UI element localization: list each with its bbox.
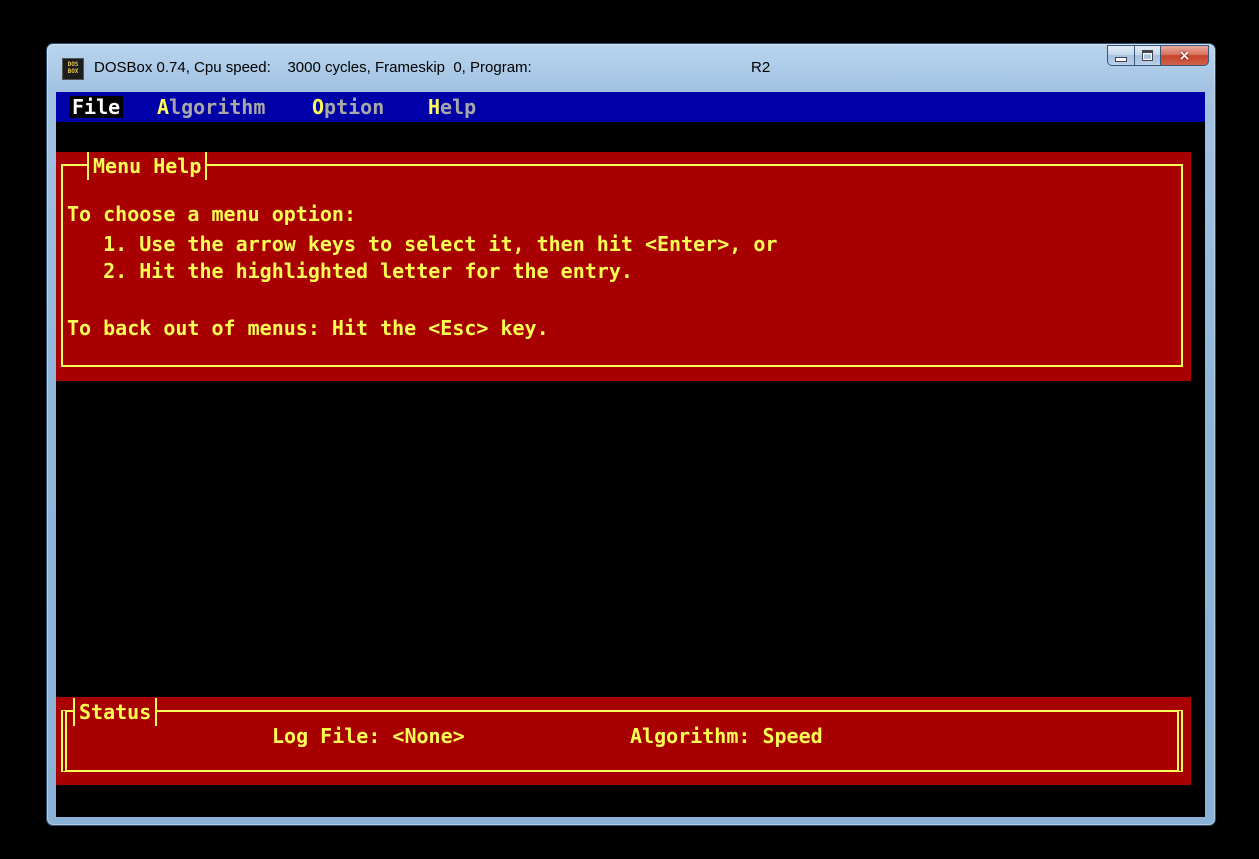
window-title: DOSBox 0.74, Cpu speed: 3000 cycles, Fra…: [94, 59, 532, 76]
status-border: Status: [61, 698, 1183, 772]
menu-file-label: File: [72, 95, 121, 119]
menu-help-title: Menu Help: [87, 152, 208, 180]
caption-buttons: ×: [1107, 45, 1209, 66]
close-icon: ×: [1178, 47, 1191, 64]
status-panel: Status Log File: <None> Algorithm: Speed: [56, 697, 1191, 785]
dosbox-app-icon[interactable]: DOS BOX: [62, 58, 84, 80]
maximize-icon: [1142, 50, 1153, 61]
maximize-button[interactable]: [1135, 45, 1161, 66]
minimize-button[interactable]: [1107, 45, 1135, 66]
minimize-icon: [1115, 57, 1127, 62]
menu-help-hotkey: H: [428, 95, 441, 119]
menu-algorithm-label: lgorithm: [169, 95, 266, 119]
menu-help[interactable]: Help: [428, 96, 476, 118]
help-line-1: To choose a menu option:: [67, 202, 356, 226]
help-line-2: 1. Use the arrow keys to select it, then…: [67, 232, 778, 256]
title-bar[interactable]: DOS BOX DOSBox 0.74, Cpu speed: 3000 cyc…: [47, 44, 1215, 93]
dosbox-window: DOS BOX DOSBox 0.74, Cpu speed: 3000 cyc…: [46, 43, 1216, 826]
status-log-file: Log File: <None>: [272, 724, 465, 748]
menu-file[interactable]: File: [69, 95, 124, 119]
menu-option-hotkey: O: [312, 95, 325, 119]
status-algorithm: Algorithm: Speed: [630, 724, 823, 748]
help-line-4: To back out of menus: Hit the <Esc> key.: [67, 316, 549, 340]
menu-algorithm-hotkey: A: [157, 95, 170, 119]
menu-help-label: elp: [440, 95, 477, 119]
close-button[interactable]: ×: [1161, 45, 1209, 66]
dos-screen[interactable]: File Algorithm Option Help Menu Help To …: [56, 92, 1205, 817]
menu-help-panel: Menu Help To choose a menu option: 1. Us…: [56, 152, 1191, 381]
menu-algorithm[interactable]: Algorithm: [157, 96, 265, 118]
help-line-3: 2. Hit the highlighted letter for the en…: [67, 259, 633, 283]
menu-bar: File Algorithm Option Help: [56, 92, 1205, 122]
status-title: Status: [73, 698, 158, 726]
menu-option-label: ption: [324, 95, 385, 119]
window-title-program: R2: [751, 59, 771, 76]
menu-option[interactable]: Option: [312, 96, 384, 118]
